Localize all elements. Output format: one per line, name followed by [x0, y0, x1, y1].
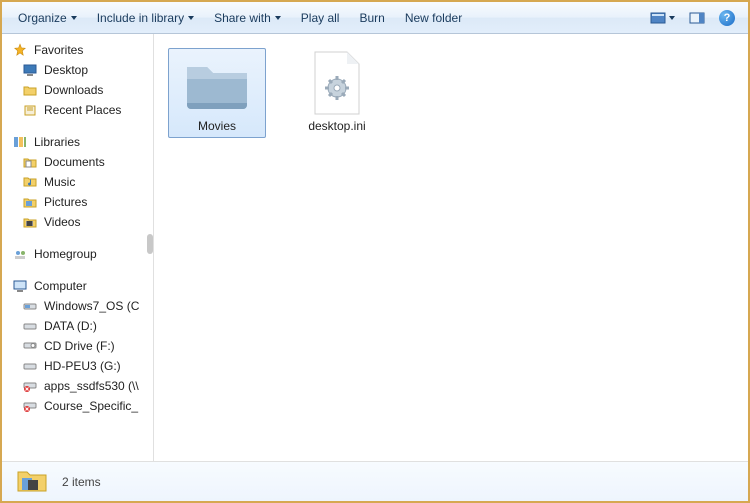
main-area: Favorites Desktop Downloads Recent Place…: [2, 34, 748, 461]
nav-item-network-1[interactable]: apps_ssdfs530 (\\: [2, 376, 153, 396]
nav-label: Videos: [44, 215, 80, 229]
computer-icon: [12, 278, 28, 294]
nav-label: Windows7_OS (C: [44, 299, 139, 313]
burn-label: Burn: [359, 11, 384, 25]
homegroup-label: Homegroup: [34, 247, 97, 261]
network-drive-error-icon: [22, 398, 38, 414]
nav-item-network-2[interactable]: Course_Specific_: [2, 396, 153, 416]
cd-drive-icon: [22, 338, 38, 354]
file-label: Movies: [198, 119, 236, 133]
nav-label: CD Drive (F:): [44, 339, 115, 353]
share-with-menu[interactable]: Share with: [206, 7, 289, 29]
homegroup-icon: [12, 246, 28, 262]
preview-pane-button[interactable]: [684, 9, 710, 27]
nav-header-computer[interactable]: Computer: [2, 276, 153, 296]
nav-item-videos[interactable]: Videos: [2, 212, 153, 232]
status-bar: 2 items: [2, 461, 748, 501]
include-label: Include in library: [97, 11, 184, 25]
nav-item-pictures[interactable]: Pictures: [2, 192, 153, 212]
star-icon: [12, 42, 28, 58]
play-all-button[interactable]: Play all: [293, 7, 348, 29]
nav-header-libraries[interactable]: Libraries: [2, 132, 153, 152]
drive-icon: [22, 318, 38, 334]
newfolder-label: New folder: [405, 11, 462, 25]
new-folder-button[interactable]: New folder: [397, 7, 470, 29]
navigation-pane: Favorites Desktop Downloads Recent Place…: [2, 34, 154, 461]
share-label: Share with: [214, 11, 271, 25]
nav-item-drive-d[interactable]: DATA (D:): [2, 316, 153, 336]
nav-section-libraries: Libraries Documents Music Pictures Video…: [2, 132, 153, 232]
drive-icon: [22, 298, 38, 314]
nav-item-documents[interactable]: Documents: [2, 152, 153, 172]
libraries-icon: [12, 134, 28, 150]
nav-label: Desktop: [44, 63, 88, 77]
view-options-button[interactable]: [645, 9, 680, 27]
folder-icon: [22, 82, 38, 98]
nav-label: Documents: [44, 155, 105, 169]
documents-icon: [22, 154, 38, 170]
chevron-down-icon: [71, 16, 77, 20]
chevron-down-icon: [275, 16, 281, 20]
help-icon: ?: [719, 10, 735, 26]
nav-item-downloads[interactable]: Downloads: [2, 80, 153, 100]
libraries-label: Libraries: [34, 135, 80, 149]
chevron-down-icon: [188, 16, 194, 20]
nav-item-drive-c[interactable]: Windows7_OS (C: [2, 296, 153, 316]
nav-scrollbar[interactable]: [147, 234, 153, 254]
file-item-desktop-ini[interactable]: desktop.ini: [288, 48, 386, 138]
nav-item-music[interactable]: Music: [2, 172, 153, 192]
view-icon: [650, 12, 666, 24]
nav-label: Pictures: [44, 195, 87, 209]
file-label: desktop.ini: [308, 119, 365, 133]
recent-icon: [22, 102, 38, 118]
nav-label: HD-PEU3 (G:): [44, 359, 121, 373]
music-icon: [22, 174, 38, 190]
content-pane[interactable]: Movies desktop.ini: [154, 34, 748, 461]
nav-item-drive-f[interactable]: CD Drive (F:): [2, 336, 153, 356]
chevron-down-icon: [669, 16, 675, 20]
status-folder-icon: [16, 466, 48, 498]
help-button[interactable]: ?: [714, 7, 740, 29]
videos-icon: [22, 214, 38, 230]
organize-menu[interactable]: Organize: [10, 7, 85, 29]
include-in-library-menu[interactable]: Include in library: [89, 7, 202, 29]
folder-icon: [181, 53, 253, 113]
nav-item-drive-g[interactable]: HD-PEU3 (G:): [2, 356, 153, 376]
ini-file-icon: [301, 53, 373, 113]
favorites-label: Favorites: [34, 43, 83, 57]
nav-label: Recent Places: [44, 103, 121, 117]
status-count: 2 items: [62, 475, 101, 489]
desktop-icon: [22, 62, 38, 78]
nav-label: Music: [44, 175, 75, 189]
file-item-movies[interactable]: Movies: [168, 48, 266, 138]
nav-section-computer: Computer Windows7_OS (C DATA (D:) CD Dri…: [2, 276, 153, 416]
nav-label: Course_Specific_: [44, 399, 138, 413]
drive-icon: [22, 358, 38, 374]
nav-section-homegroup: Homegroup: [2, 244, 153, 264]
nav-label: DATA (D:): [44, 319, 97, 333]
play-label: Play all: [301, 11, 340, 25]
nav-header-favorites[interactable]: Favorites: [2, 40, 153, 60]
computer-label: Computer: [34, 279, 87, 293]
nav-item-recent-places[interactable]: Recent Places: [2, 100, 153, 120]
pictures-icon: [22, 194, 38, 210]
nav-label: Downloads: [44, 83, 103, 97]
nav-label: apps_ssdfs530 (\\: [44, 379, 139, 393]
network-drive-error-icon: [22, 378, 38, 394]
preview-pane-icon: [689, 12, 705, 24]
nav-item-desktop[interactable]: Desktop: [2, 60, 153, 80]
organize-label: Organize: [18, 11, 67, 25]
toolbar: Organize Include in library Share with P…: [2, 2, 748, 34]
burn-button[interactable]: Burn: [351, 7, 392, 29]
nav-section-favorites: Favorites Desktop Downloads Recent Place…: [2, 40, 153, 120]
nav-header-homegroup[interactable]: Homegroup: [2, 244, 153, 264]
